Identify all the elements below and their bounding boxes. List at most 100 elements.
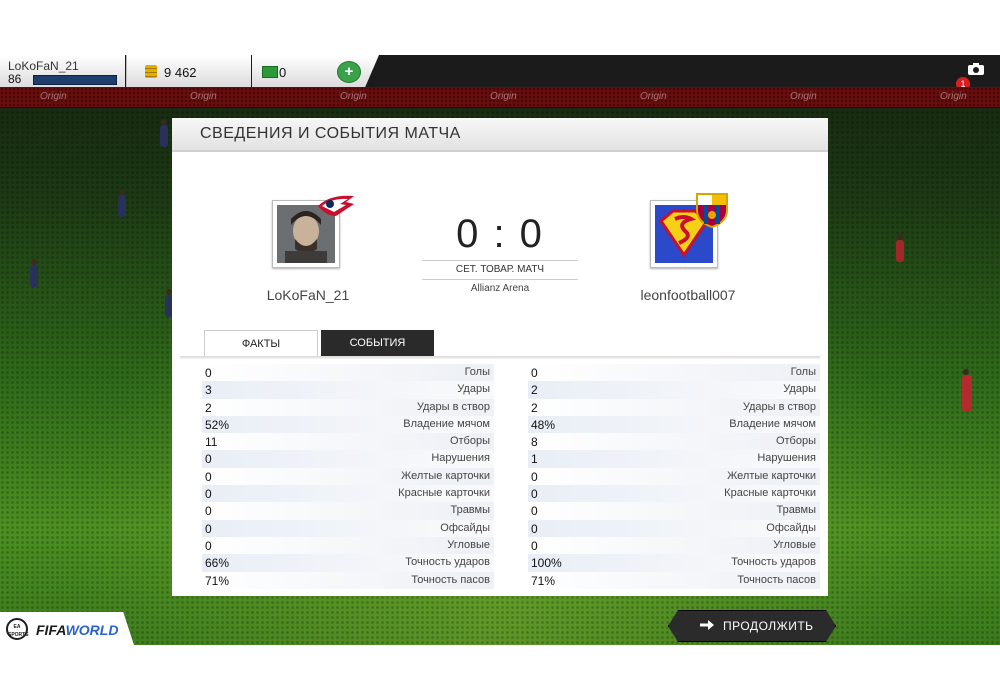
stat-row: 2 Удары в створ [528,398,820,416]
stat-label: Травмы [776,504,816,517]
stat-row: 0 Угловые [202,536,494,555]
player-figure [160,119,168,147]
stat-value: 71% [531,573,556,588]
stat-label: Удары в створ [742,400,816,413]
stat-label: Травмы [450,504,490,517]
continue-button[interactable]: ПРОДОЛЖИТЬ [668,610,836,642]
barcelona-crest-icon [696,193,728,228]
stat-row: 0 Офсайды [202,519,494,537]
xp-progress-bar [33,75,117,85]
stat-label: Угловые [773,538,816,551]
stat-value: 0 [205,521,212,536]
stat-label: Точность ударов [731,556,816,569]
stat-value: 2 [205,400,212,415]
stat-label: Владение мячом [403,417,490,430]
ad-text: Origin [340,91,367,102]
stat-value: 0 [205,469,212,484]
stat-value: 1 [531,452,538,467]
user-info[interactable]: LoKoFaN_21 86 [0,55,125,87]
coins-value: 9 462 [164,65,197,80]
stat-value: 100% [531,556,562,571]
stat-label: Голы [790,366,816,378]
match-summary-panel: СВЕДЕНИЯ И СОБЫТИЯ МАТЧА LoKoFaN_21 0 : … [172,118,828,596]
stat-label: Владение мячом [729,417,816,430]
panel-body: LoKoFaN_21 0 : 0 СЕТ. ТОВАР. МАТЧ Allian… [172,152,828,596]
continue-label: ПРОДОЛЖИТЬ [723,619,814,633]
stat-label: Офсайды [766,521,816,534]
ad-text: Origin [940,91,967,102]
patriots-logo-icon [318,195,354,216]
stat-value: 0 [205,538,212,553]
add-funds-button[interactable]: + [337,61,361,83]
ea-sports-logo-icon: EA SPORTS [6,618,29,640]
stat-value: 0 [531,469,538,484]
away-team-name: leonfootball007 [640,287,736,303]
stat-label: Точность пасов [737,573,816,586]
ad-text: Origin [640,91,667,102]
away-stats-list: 0 Голы 2 Удары 2 Удары в створ 48% Владение мяч… [528,364,820,589]
stat-value: 0 [531,504,538,519]
stat-row: 2 Удары в створ [202,398,494,416]
brand-world: WORLD [65,622,119,638]
stat-row: 0 Красные карточки [202,485,494,503]
stat-label: Отборы [775,435,816,448]
cash-value: 0 [279,65,287,80]
ad-text: Origin [40,91,67,102]
stat-row: 2 Удары [528,381,820,399]
stat-row: 1 Нарушения [528,450,820,468]
stat-row: 0 Голы [202,364,494,382]
stat-label: Голы [464,366,490,378]
stat-value: 2 [531,400,538,415]
brand-fifa: FIFA [36,622,66,638]
player-figure [896,234,904,262]
stat-label: Красные карточки [724,487,816,500]
stat-value: 66% [205,556,230,571]
panel-header: СВЕДЕНИЯ И СОБЫТИЯ МАТЧА [172,118,828,152]
stat-row: 0 Травмы [528,502,820,520]
stat-row: 3 Удары [202,381,494,399]
stat-label: Желтые карточки [727,469,816,482]
stat-row: 0 Желтые карточки [202,467,494,486]
stat-row: 71% Точность пасов [528,571,820,589]
stat-label: Удары [783,383,816,396]
stat-row: 100% Точность ударов [528,554,820,572]
tab-events[interactable]: СОБЫТИЯ [321,330,434,356]
stat-label: Желтые карточки [401,469,490,482]
username: LoKoFaN_21 [8,59,79,73]
arrow-right-icon [700,620,714,630]
stat-row: 0 Голы [528,364,820,382]
camera-icon[interactable] [968,63,984,75]
user-level: 86 [8,72,22,86]
stat-row: 66% Точность ударов [202,554,494,572]
stat-label: Отборы [449,435,490,448]
stat-value: 3 [205,383,212,398]
ad-text: Origin [790,91,817,102]
tab-divider [180,356,820,359]
stat-value: 0 [531,538,538,553]
stat-value: 0 [531,487,538,502]
stat-row: 52% Владение мячом [202,415,494,434]
stat-value: 0 [531,366,538,380]
stat-value: 0 [205,487,212,502]
ad-text: Origin [190,91,217,102]
stat-value: 0 [205,504,212,519]
ad-text: Origin [490,91,517,102]
stat-label: Точность ударов [405,556,490,569]
stat-label: Офсайды [440,521,490,534]
stat-row: 0 Травмы [202,502,494,520]
stat-label: Точность пасов [411,573,490,586]
cash-display: 0 [252,55,344,87]
home-team-name: LoKoFaN_21 [266,287,350,303]
stat-row: 11 Отборы [202,433,494,451]
stat-row: 48% Владение мячом [528,415,820,434]
top-bar: LoKoFaN_21 86 9 462 0 + 1 [0,55,1000,91]
tab-facts[interactable]: ФАКТЫ [204,330,318,357]
stat-row: 0 Красные карточки [528,485,820,503]
match-type: СЕТ. ТОВАР. МАТЧ [455,264,545,275]
stat-label: Удары в створ [416,400,490,413]
fifa-world-logo: FIFAWORLD [36,622,118,638]
home-stats-list: 0 Голы 3 Удары 2 Удары в створ 52% Владение мяч… [202,364,494,589]
stat-label: Нарушения [757,452,816,465]
stat-row: 8 Отборы [528,433,820,451]
stat-label: Красные карточки [398,487,490,500]
